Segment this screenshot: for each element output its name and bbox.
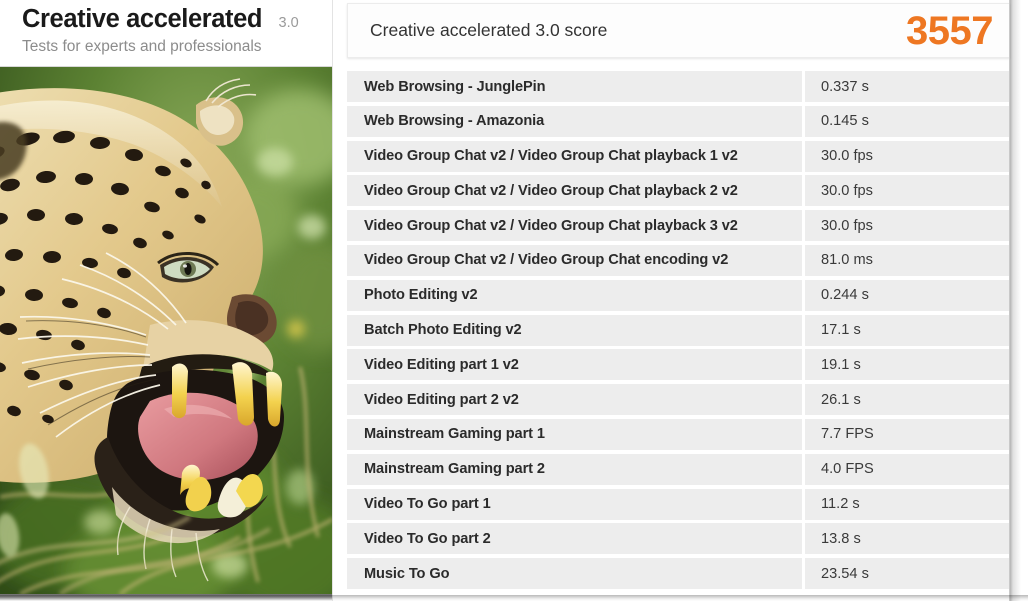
score-label: Creative accelerated 3.0 score — [370, 20, 608, 40]
result-value: 4.0 FPS — [821, 461, 874, 478]
result-value: 26.1 s — [821, 391, 861, 408]
table-row: Batch Photo Editing v2 17.1 s — [347, 314, 1010, 346]
result-value: 11.2 s — [821, 496, 860, 513]
result-value: 30.0 fps — [821, 148, 873, 165]
table-row: Video To Go part 1 11.2 s — [347, 488, 1010, 520]
result-name: Video Editing part 1 v2 — [364, 356, 519, 373]
result-value: 7.7 FPS — [821, 426, 874, 443]
result-name: Mainstream Gaming part 1 — [364, 426, 545, 443]
result-name: Video Group Chat v2 / Video Group Chat p… — [364, 182, 738, 199]
table-row: Video Group Chat v2 / Video Group Chat p… — [347, 175, 1010, 207]
result-name: Web Browsing - JunglePin — [364, 78, 546, 95]
table-row: Photo Editing v2 0.244 s — [347, 279, 1010, 311]
result-name: Video Group Chat v2 / Video Group Chat p… — [364, 148, 738, 165]
result-name: Video To Go part 2 — [364, 530, 491, 547]
result-value: 30.0 fps — [821, 217, 873, 234]
panel-divider — [332, 0, 333, 601]
test-version-label: 3.0 — [278, 15, 299, 31]
leopard-photo — [0, 66, 333, 594]
test-info-panel: Creative accelerated 3.0 Tests for exper… — [0, 0, 333, 601]
result-value: 13.8 s — [821, 530, 861, 547]
score-summary-card: Creative accelerated 3.0 score 3557 — [347, 3, 1010, 58]
result-value: 0.244 s — [821, 287, 869, 304]
table-row: Video To Go part 2 13.8 s — [347, 523, 1010, 555]
table-row: Video Editing part 1 v2 19.1 s — [347, 349, 1010, 381]
benchmark-results-panel: Creative accelerated 3.0 Tests for exper… — [0, 0, 1028, 601]
table-row: Web Browsing - Amazonia 0.145 s — [347, 105, 1010, 137]
result-value: 17.1 s — [821, 322, 861, 339]
result-name: Video Editing part 2 v2 — [364, 391, 519, 408]
table-row: Mainstream Gaming part 1 7.7 FPS — [347, 418, 1010, 450]
result-name: Video Group Chat v2 / Video Group Chat p… — [364, 217, 738, 234]
score-value: 3557 — [906, 9, 993, 53]
result-value: 81.0 ms — [821, 252, 873, 269]
photo-bottom-shadow — [0, 594, 333, 601]
result-value: 30.0 fps — [821, 182, 873, 199]
table-row: Video Group Chat v2 / Video Group Chat p… — [347, 210, 1010, 242]
page-title: Creative accelerated — [22, 5, 263, 33]
result-name: Mainstream Gaming part 2 — [364, 461, 545, 478]
table-row: Video Group Chat v2 / Video Group Chat e… — [347, 244, 1010, 276]
test-subtitle: Tests for experts and professionals — [22, 38, 262, 55]
result-name: Batch Photo Editing v2 — [364, 322, 522, 339]
result-name: Web Browsing - Amazonia — [364, 113, 545, 130]
table-row: Music To Go 23.54 s — [347, 558, 1010, 590]
leopard-photo-graphic — [0, 67, 333, 594]
result-name: Video Group Chat v2 / Video Group Chat e… — [364, 252, 729, 269]
table-row: Web Browsing - JunglePin 0.337 s — [347, 71, 1010, 102]
test-header: Creative accelerated 3.0 Tests for exper… — [0, 0, 333, 64]
table-row: Mainstream Gaming part 2 4.0 FPS — [347, 453, 1010, 485]
result-name: Photo Editing v2 — [364, 287, 478, 304]
results-panel: Creative accelerated 3.0 score 3557 Web … — [334, 0, 1028, 601]
result-name: Video To Go part 1 — [364, 496, 491, 513]
result-value: 0.145 s — [821, 113, 869, 130]
result-name: Music To Go — [364, 565, 450, 582]
result-value: 23.54 s — [821, 565, 869, 582]
result-value: 0.337 s — [821, 78, 869, 95]
table-row: Video Group Chat v2 / Video Group Chat p… — [347, 140, 1010, 172]
result-value: 19.1 s — [821, 356, 861, 373]
card-right-shadow — [1010, 0, 1028, 601]
table-row: Video Editing part 2 v2 26.1 s — [347, 384, 1010, 416]
test-title-row: Creative accelerated 3.0 — [22, 3, 322, 35]
results-table: Web Browsing - JunglePin 0.337 s Web Brows… — [347, 71, 1010, 593]
